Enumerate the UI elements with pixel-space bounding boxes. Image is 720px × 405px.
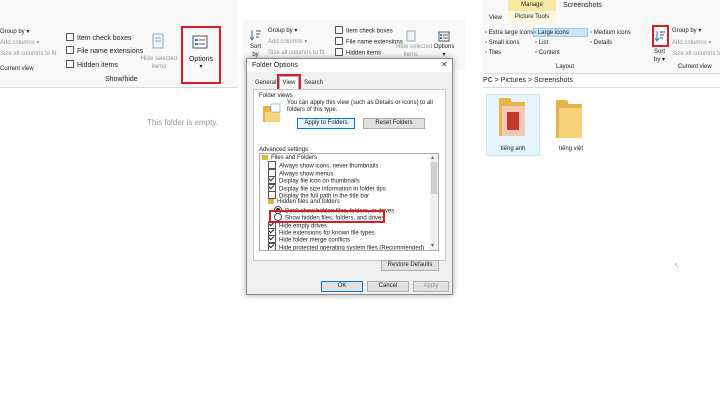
folder-icon: [262, 155, 268, 160]
group-by-button[interactable]: Group by ▾: [0, 28, 29, 36]
ribbon-divider: [483, 73, 720, 74]
hide-selected-button[interactable]: Hide selected items: [140, 55, 178, 71]
apply-button[interactable]: Apply: [413, 281, 449, 292]
folder-views-label: Folder views: [259, 93, 293, 99]
tree-item[interactable]: Hide extensions for known file types: [262, 227, 430, 236]
scrollbar-thumb[interactable]: [431, 162, 437, 194]
hide-selected-icon: [152, 33, 164, 49]
folder-options-dialog: Folder Options ✕ General View Search Fol…: [246, 58, 453, 295]
tab-general[interactable]: General: [255, 79, 276, 87]
tree-item[interactable]: Hide protected operating system files (R…: [262, 242, 430, 251]
sort-by-button[interactable]: Sort by ▾: [654, 48, 665, 64]
close-icon[interactable]: ✕: [441, 60, 448, 70]
sort-icon: [249, 28, 262, 41]
show-hide-group-label: Show/hide: [105, 76, 138, 83]
tree-item[interactable]: Hidden files and folders: [262, 199, 430, 206]
tree-item[interactable]: Display file size information in folder …: [262, 183, 430, 192]
picture-tools-tab[interactable]: Picture Tools: [508, 12, 556, 23]
layout-medium-icons[interactable]: ▫ Medium icons: [590, 29, 631, 37]
item-check-boxes-toggle[interactable]: Item check boxes: [335, 26, 393, 36]
manage-tab[interactable]: Manage: [508, 0, 556, 11]
layout-details[interactable]: ▫ Details: [590, 39, 612, 47]
address-divider: [483, 87, 720, 88]
show-hidden-highlight-box: [269, 210, 385, 223]
tree-item-label: Files and Folders: [271, 155, 318, 162]
size-all-columns-button[interactable]: Size all columns to fit: [0, 50, 56, 58]
group-by-button[interactable]: Group by ▾: [672, 27, 701, 35]
document-overlay-icon: [507, 112, 519, 130]
scroll-up-icon[interactable]: ▴: [431, 154, 434, 162]
reset-folders-button[interactable]: Reset Folders: [363, 118, 425, 129]
tree-item[interactable]: Hide folder merge conflicts: [262, 235, 430, 244]
options-icon: [192, 35, 208, 49]
folder-icon[interactable]: [556, 100, 582, 138]
options-button[interactable]: Options ▾: [185, 55, 217, 70]
options-button[interactable]: Options ▾: [432, 43, 456, 59]
layout-tiles[interactable]: ▫ Tiles: [485, 49, 501, 57]
advanced-settings-list[interactable]: Files and Folders Always show icons, neve…: [259, 153, 439, 251]
hide-selected-button[interactable]: Hide selected items: [396, 43, 432, 59]
add-columns-button[interactable]: Add columns ▾: [672, 39, 711, 47]
checkbox-icon[interactable]: [268, 242, 276, 250]
tree-item-label: Hide protected operating system files (R…: [279, 245, 425, 251]
layout-extra-large-icons[interactable]: ▫ Extra large icons: [485, 29, 533, 37]
folder-name-label: tiếng anh: [500, 146, 526, 152]
folder-views-description: You can apply this view (such as Details…: [287, 100, 433, 113]
tree-item-label: Display file icon on thumbnails: [279, 178, 360, 185]
folder-name-label[interactable]: tiếng việt: [551, 145, 591, 153]
layout-large-icons[interactable]: ▫ Large icons: [533, 28, 588, 37]
window-title: Screenshots: [563, 2, 602, 9]
checkbox-icon[interactable]: [66, 60, 74, 69]
hidden-items-toggle[interactable]: Hidden items: [66, 60, 118, 70]
layout-small-icons[interactable]: ▫ Small icons: [485, 39, 519, 47]
folder-views-icon: [261, 103, 283, 125]
ribbon-divider: [0, 87, 238, 88]
options-icon: [438, 29, 450, 42]
tree-item[interactable]: Always show menus: [262, 168, 430, 177]
folder-icon: [499, 98, 525, 136]
tree-item-label: Hidden files and folders: [277, 199, 340, 206]
sort-by-button[interactable]: Sort by: [250, 43, 261, 59]
checkbox-icon[interactable]: [66, 46, 74, 55]
sort-icon: [654, 29, 666, 42]
tree-item[interactable]: Display the full path in the title bar: [262, 190, 430, 200]
checkbox-icon[interactable]: [268, 190, 276, 199]
dialog-title: Folder Options: [252, 62, 298, 69]
folder-icon: [268, 199, 274, 205]
tree-item[interactable]: Always show icons, never thumbnails: [262, 161, 430, 170]
size-all-columns-button[interactable]: Size all columns to fit: [268, 49, 324, 57]
file-name-extensions-toggle[interactable]: File name extensions: [66, 46, 143, 56]
address-breadcrumb[interactable]: PC > Pictures > Screenshots: [483, 76, 573, 85]
apply-to-folders-button[interactable]: Apply to Folders: [297, 118, 355, 129]
size-all-columns-button[interactable]: Size all columns to fit: [672, 50, 720, 58]
empty-folder-message: This folder is empty.: [147, 118, 218, 127]
current-view-group-label: Current view: [0, 66, 34, 72]
layout-content[interactable]: ▫ Content: [535, 49, 560, 57]
restore-defaults-button[interactable]: Restore Defaults: [381, 260, 439, 271]
ok-button[interactable]: OK: [321, 281, 363, 292]
add-columns-button[interactable]: Add columns ▾: [0, 39, 39, 47]
hide-selected-icon: [406, 29, 416, 42]
layout-list[interactable]: ▫ List: [535, 39, 548, 47]
tree-item[interactable]: Files and Folders: [262, 155, 430, 162]
layout-group-label: Layout: [556, 64, 575, 70]
add-columns-button[interactable]: Add columns ▾: [268, 38, 307, 46]
tree-item[interactable]: Display file icon on thumbnails: [262, 176, 430, 185]
checkbox-icon[interactable]: [335, 48, 343, 56]
item-check-boxes-toggle[interactable]: Item check boxes: [66, 33, 131, 43]
view-tab[interactable]: View: [489, 14, 502, 22]
checkbox-icon[interactable]: [335, 37, 343, 45]
scroll-down-icon[interactable]: ▾: [431, 242, 434, 250]
file-name-extensions-toggle[interactable]: File name extensions: [335, 37, 403, 47]
scrollbar[interactable]: ▴ ▾: [430, 154, 438, 250]
mouse-cursor-icon: ↖: [674, 263, 680, 269]
checkbox-icon[interactable]: [335, 26, 343, 34]
cancel-button[interactable]: Cancel: [367, 281, 409, 292]
current-view-group-label: Current view: [678, 64, 712, 70]
group-by-button[interactable]: Group by ▾: [268, 27, 297, 35]
tab-search[interactable]: Search: [304, 79, 323, 87]
hidden-items-toggle[interactable]: Hidden items: [335, 48, 381, 58]
checkbox-icon[interactable]: [66, 33, 74, 42]
tree-item-label: Hide folder merge conflicts: [279, 237, 351, 244]
